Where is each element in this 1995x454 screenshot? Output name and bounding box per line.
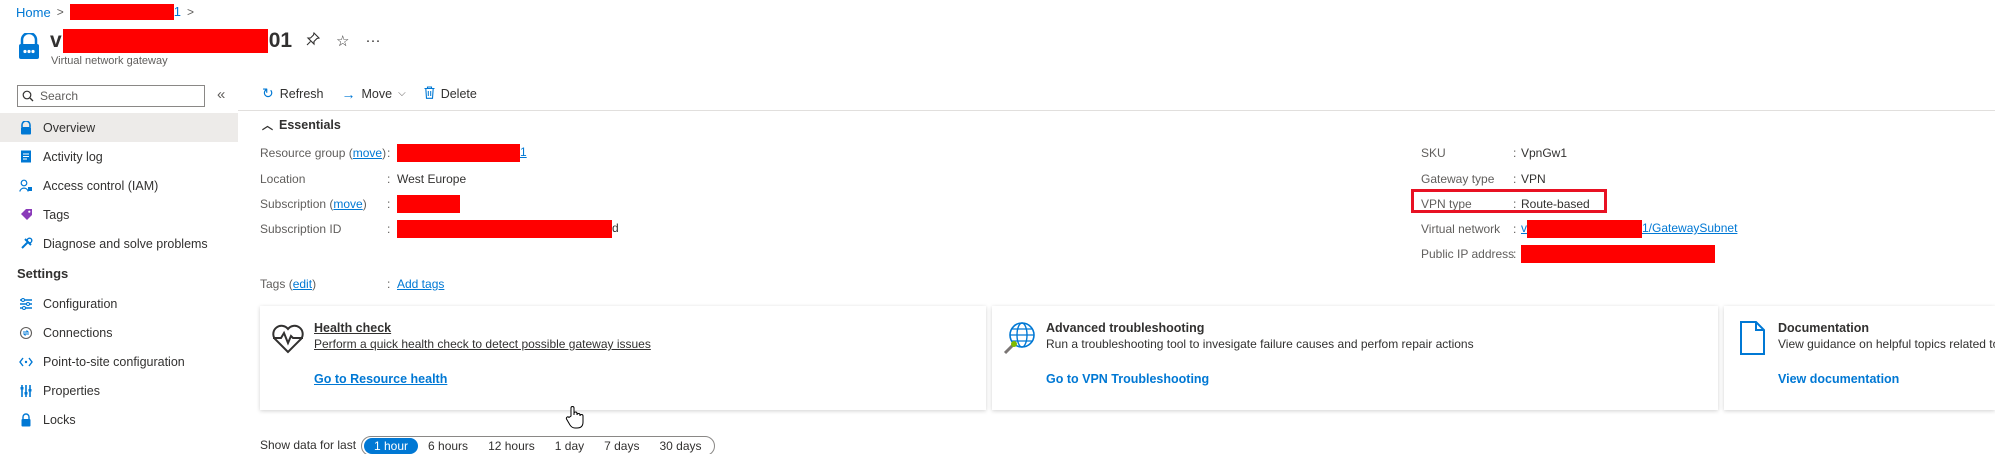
chevron-up-icon: ︿ bbox=[262, 120, 273, 132]
divider bbox=[238, 110, 1995, 111]
range-option-30-days[interactable]: 30 days bbox=[649, 438, 711, 454]
star-icon[interactable]: ☆ bbox=[336, 32, 349, 50]
nav-item-connections[interactable]: Connections bbox=[0, 318, 238, 347]
public-ip-value-redacted[interactable] bbox=[1521, 245, 1715, 263]
time-range-selector: 1 hour 6 hours 12 hours 1 day 7 days 30 … bbox=[361, 436, 715, 454]
breadcrumb-home[interactable]: Home bbox=[16, 5, 51, 20]
tags-edit-link[interactable]: edit bbox=[293, 277, 312, 291]
range-option-1-day[interactable]: 1 day bbox=[545, 438, 594, 454]
search-icon bbox=[22, 90, 34, 102]
nav-item-locks[interactable]: Locks bbox=[0, 405, 238, 434]
nav-item-tags[interactable]: Tags bbox=[0, 200, 238, 229]
breadcrumb-separator: > bbox=[56, 5, 64, 19]
prop-resource-group: Resource group (move) : 1 bbox=[260, 144, 527, 162]
breadcrumb-resource-group[interactable]: 1 bbox=[69, 4, 181, 21]
prop-tags: Tags (edit) : Add tags bbox=[260, 277, 445, 291]
redacted-block bbox=[397, 144, 520, 162]
view-documentation-link[interactable]: View documentation bbox=[1778, 372, 1899, 386]
overview-icon bbox=[19, 120, 33, 135]
command-bar: ↻ Refresh → Move ⌵ Delete bbox=[262, 85, 477, 102]
resource-menu: Overview Activity log Access control (IA… bbox=[0, 113, 238, 434]
range-option-7-days[interactable]: 7 days bbox=[594, 438, 649, 454]
activity-log-icon bbox=[19, 150, 33, 164]
more-icon[interactable]: ··· bbox=[365, 32, 380, 50]
wrench-icon bbox=[19, 237, 33, 251]
arrow-right-icon: → bbox=[341, 85, 356, 102]
nav-item-diagnose[interactable]: Diagnose and solve problems bbox=[0, 229, 238, 258]
prop-subscription-id: Subscription ID : d bbox=[260, 220, 619, 238]
card-title: Documentation bbox=[1778, 321, 1869, 335]
add-tags-link[interactable]: Add tags bbox=[397, 277, 444, 291]
advanced-troubleshooting-card: Advanced troubleshooting Run a troublesh… bbox=[992, 306, 1718, 410]
nav-item-point-to-site[interactable]: Point-to-site configuration bbox=[0, 347, 238, 376]
go-to-vpn-troubleshooting-link[interactable]: Go to VPN Troubleshooting bbox=[1046, 372, 1209, 386]
search-input[interactable]: Search bbox=[17, 85, 205, 107]
subscription-id-value: d bbox=[397, 220, 619, 238]
redacted-block bbox=[1527, 220, 1642, 238]
health-check-card: Health check Perform a quick health chec… bbox=[260, 306, 986, 410]
chevron-down-icon: ⌵ bbox=[398, 88, 406, 99]
card-title: Advanced troubleshooting bbox=[1046, 321, 1205, 335]
location-value: West Europe bbox=[397, 172, 467, 186]
highlight-box bbox=[1411, 189, 1607, 213]
nav-item-configuration[interactable]: Configuration bbox=[0, 289, 238, 318]
range-option-1-hour[interactable]: 1 hour bbox=[364, 438, 419, 454]
card-description: Run a troubleshooting tool to invesigate… bbox=[1046, 337, 1474, 351]
nav-item-overview[interactable]: Overview bbox=[0, 113, 238, 142]
tag-icon bbox=[19, 208, 33, 222]
refresh-icon: ↻ bbox=[262, 85, 274, 101]
card-description-link[interactable]: Perform a quick health check to detect p… bbox=[314, 337, 651, 351]
nav-item-activity-log[interactable]: Activity log bbox=[0, 142, 238, 171]
gateway-type-value: VPN bbox=[1521, 172, 1546, 186]
prop-location: Location : West Europe bbox=[260, 172, 467, 186]
redacted-block bbox=[397, 220, 612, 238]
document-icon bbox=[1740, 321, 1765, 355]
range-option-12-hours[interactable]: 12 hours bbox=[478, 438, 545, 454]
connections-icon bbox=[19, 326, 33, 340]
point-to-site-icon bbox=[19, 355, 33, 369]
prop-virtual-network: Virtual network : v 1/GatewaySubnet bbox=[1421, 220, 1738, 238]
sku-value: VpnGw1 bbox=[1521, 146, 1568, 160]
subscription-move-link[interactable]: move bbox=[333, 197, 362, 211]
lock-icon bbox=[19, 412, 33, 427]
configuration-icon bbox=[19, 297, 33, 311]
collapse-nav-icon[interactable]: « bbox=[217, 86, 225, 103]
prop-subscription: Subscription (move) : bbox=[260, 195, 460, 213]
nav-section-settings: Settings bbox=[17, 266, 69, 281]
virtual-network-link[interactable]: v 1/GatewaySubnet bbox=[1521, 220, 1737, 238]
subscription-value-redacted[interactable] bbox=[397, 195, 460, 213]
breadcrumb: Home > 1 > bbox=[16, 3, 200, 21]
resource-group-move-link[interactable]: move bbox=[353, 146, 382, 160]
card-description: View guidance on helpful topics related … bbox=[1778, 337, 1995, 351]
breadcrumb-separator: > bbox=[186, 5, 194, 19]
card-title: Health check bbox=[314, 321, 392, 335]
vpn-gateway-icon bbox=[19, 33, 39, 59]
resource-group-value[interactable]: 1 bbox=[397, 144, 527, 162]
iam-icon bbox=[19, 179, 33, 193]
trash-icon bbox=[424, 85, 435, 102]
redacted-block bbox=[69, 4, 174, 21]
prop-sku: SKU : VpnGw1 bbox=[1421, 146, 1568, 160]
essentials-toggle[interactable]: ︿ Essentials bbox=[262, 117, 341, 133]
redacted-block bbox=[62, 29, 268, 53]
nav-item-properties[interactable]: Properties bbox=[0, 376, 238, 405]
heart-pulse-icon bbox=[272, 324, 304, 354]
pin-icon[interactable] bbox=[306, 31, 321, 50]
page-subtitle: Virtual network gateway bbox=[51, 55, 168, 67]
delete-button[interactable]: Delete bbox=[424, 85, 477, 102]
show-data-label: Show data for last bbox=[260, 438, 357, 452]
prop-gateway-type: Gateway type : VPN bbox=[1421, 172, 1546, 186]
go-to-resource-health-link[interactable]: Go to Resource health bbox=[314, 372, 447, 386]
properties-icon bbox=[19, 384, 33, 398]
nav-item-iam[interactable]: Access control (IAM) bbox=[0, 171, 238, 200]
prop-public-ip: Public IP address : bbox=[1421, 245, 1715, 263]
page-title: v 01 bbox=[50, 29, 293, 53]
search-placeholder: Search bbox=[40, 89, 79, 103]
range-option-6-hours[interactable]: 6 hours bbox=[418, 438, 478, 454]
refresh-button[interactable]: ↻ Refresh bbox=[262, 85, 324, 102]
documentation-card: Documentation View guidance on helpful t… bbox=[1724, 306, 1995, 410]
globe-wrench-icon bbox=[1003, 322, 1035, 355]
hand-cursor-icon bbox=[565, 405, 585, 435]
move-button[interactable]: → Move ⌵ bbox=[342, 86, 406, 102]
